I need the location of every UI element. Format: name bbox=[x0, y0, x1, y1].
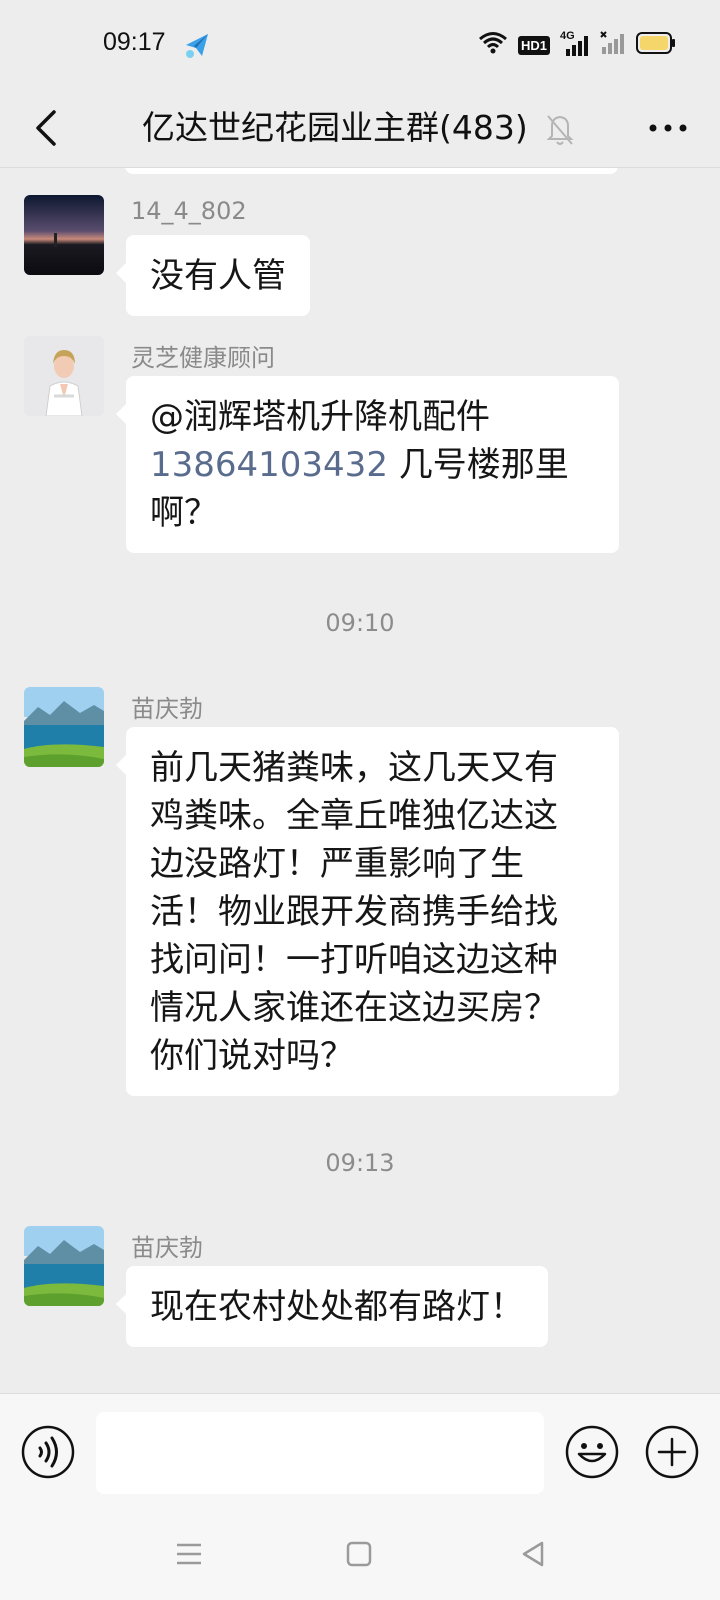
status-bar: 09:17 HD1 4G bbox=[0, 0, 720, 88]
message-bubble[interactable]: @润辉塔机升降机配件 13864103432 几号楼那里 啊？ bbox=[116, 376, 619, 553]
battery-icon bbox=[636, 32, 676, 58]
mention-text[interactable]: @润辉塔机升降机配件 bbox=[150, 393, 595, 441]
lake-mountain-avatar[interactable] bbox=[24, 687, 104, 767]
message-line: 边没路灯！严重影响了生 bbox=[150, 844, 524, 884]
home-button[interactable] bbox=[342, 1537, 376, 1571]
menu-icon bbox=[177, 1543, 201, 1565]
voice-button[interactable] bbox=[20, 1424, 76, 1480]
woman-white-suit-avatar[interactable] bbox=[24, 336, 104, 416]
voice-icon bbox=[21, 1425, 75, 1479]
sender-name: 苗庆勃 bbox=[131, 695, 203, 723]
message-line: 鸡粪味。全章丘唯独亿达这 bbox=[150, 796, 558, 836]
message-line: 找问问！一打听咱这边这种 bbox=[150, 940, 558, 980]
more-button[interactable] bbox=[646, 106, 690, 150]
sunset-water-avatar[interactable] bbox=[24, 195, 104, 275]
chat-messages[interactable]: 14_4_802 没有人管 灵芝健康顾问 @润辉塔机升降机配件 13864103… bbox=[0, 168, 720, 1393]
chat-header: 亿达世纪花园业主群(483) bbox=[0, 88, 720, 168]
chat-title[interactable]: 亿达世纪花园业主群(483) bbox=[142, 102, 528, 154]
back-triangle-icon bbox=[522, 1541, 544, 1567]
sender-name: 灵芝健康顾问 bbox=[131, 344, 275, 372]
lake-mountain-avatar[interactable] bbox=[24, 1226, 104, 1306]
message-line: 你们说对吗？ bbox=[150, 1036, 354, 1076]
bell-muted-icon bbox=[543, 106, 577, 150]
plus-icon bbox=[645, 1425, 699, 1479]
timestamp: 09:13 bbox=[325, 1149, 395, 1177]
phone-number-link[interactable]: 13864103432 bbox=[150, 445, 388, 485]
system-nav-bar bbox=[0, 1513, 720, 1600]
sender-name: 14_4_802 bbox=[131, 197, 247, 225]
more-dots-icon bbox=[649, 124, 687, 132]
timestamp: 09:10 bbox=[325, 609, 395, 637]
message-line: 情况人家谁还在这边买房？ bbox=[150, 988, 558, 1028]
menu-button[interactable] bbox=[172, 1537, 206, 1571]
wifi-icon bbox=[478, 31, 508, 59]
back-button[interactable] bbox=[26, 102, 66, 154]
app-notification-icon bbox=[182, 30, 212, 60]
message-bubble[interactable]: 没有人管 bbox=[116, 235, 310, 316]
emoji-icon bbox=[565, 1425, 619, 1479]
message-line: 活！物业跟开发商携手给找 bbox=[150, 892, 558, 932]
home-square-icon bbox=[346, 1541, 372, 1567]
message-input[interactable] bbox=[96, 1412, 544, 1494]
message-text: 啊？ bbox=[150, 493, 218, 533]
input-bar bbox=[0, 1393, 720, 1513]
message-line: 前几天猪粪味，这几天又有 bbox=[150, 748, 558, 788]
message-text: 几号楼那里 bbox=[387, 445, 569, 485]
previous-message-bubble bbox=[125, 168, 618, 174]
message-bubble[interactable]: 前几天猪粪味，这几天又有 鸡粪味。全章丘唯独亿达这 边没路灯！严重影响了生 活！… bbox=[116, 727, 619, 1096]
sender-name: 苗庆勃 bbox=[131, 1234, 203, 1262]
plus-button[interactable] bbox=[644, 1424, 700, 1480]
message-bubble[interactable]: 现在农村处处都有路灯！ bbox=[116, 1266, 548, 1347]
hd-icon: HD1 bbox=[517, 35, 550, 55]
system-back-button[interactable] bbox=[516, 1537, 550, 1571]
emoji-button[interactable] bbox=[564, 1424, 620, 1480]
status-time: 09:17 bbox=[103, 28, 166, 56]
signal-icon bbox=[600, 31, 626, 59]
chevron-left-icon bbox=[36, 110, 56, 146]
status-icons: HD1 4G bbox=[478, 30, 676, 60]
signal-4g-icon: 4G bbox=[560, 30, 590, 57]
